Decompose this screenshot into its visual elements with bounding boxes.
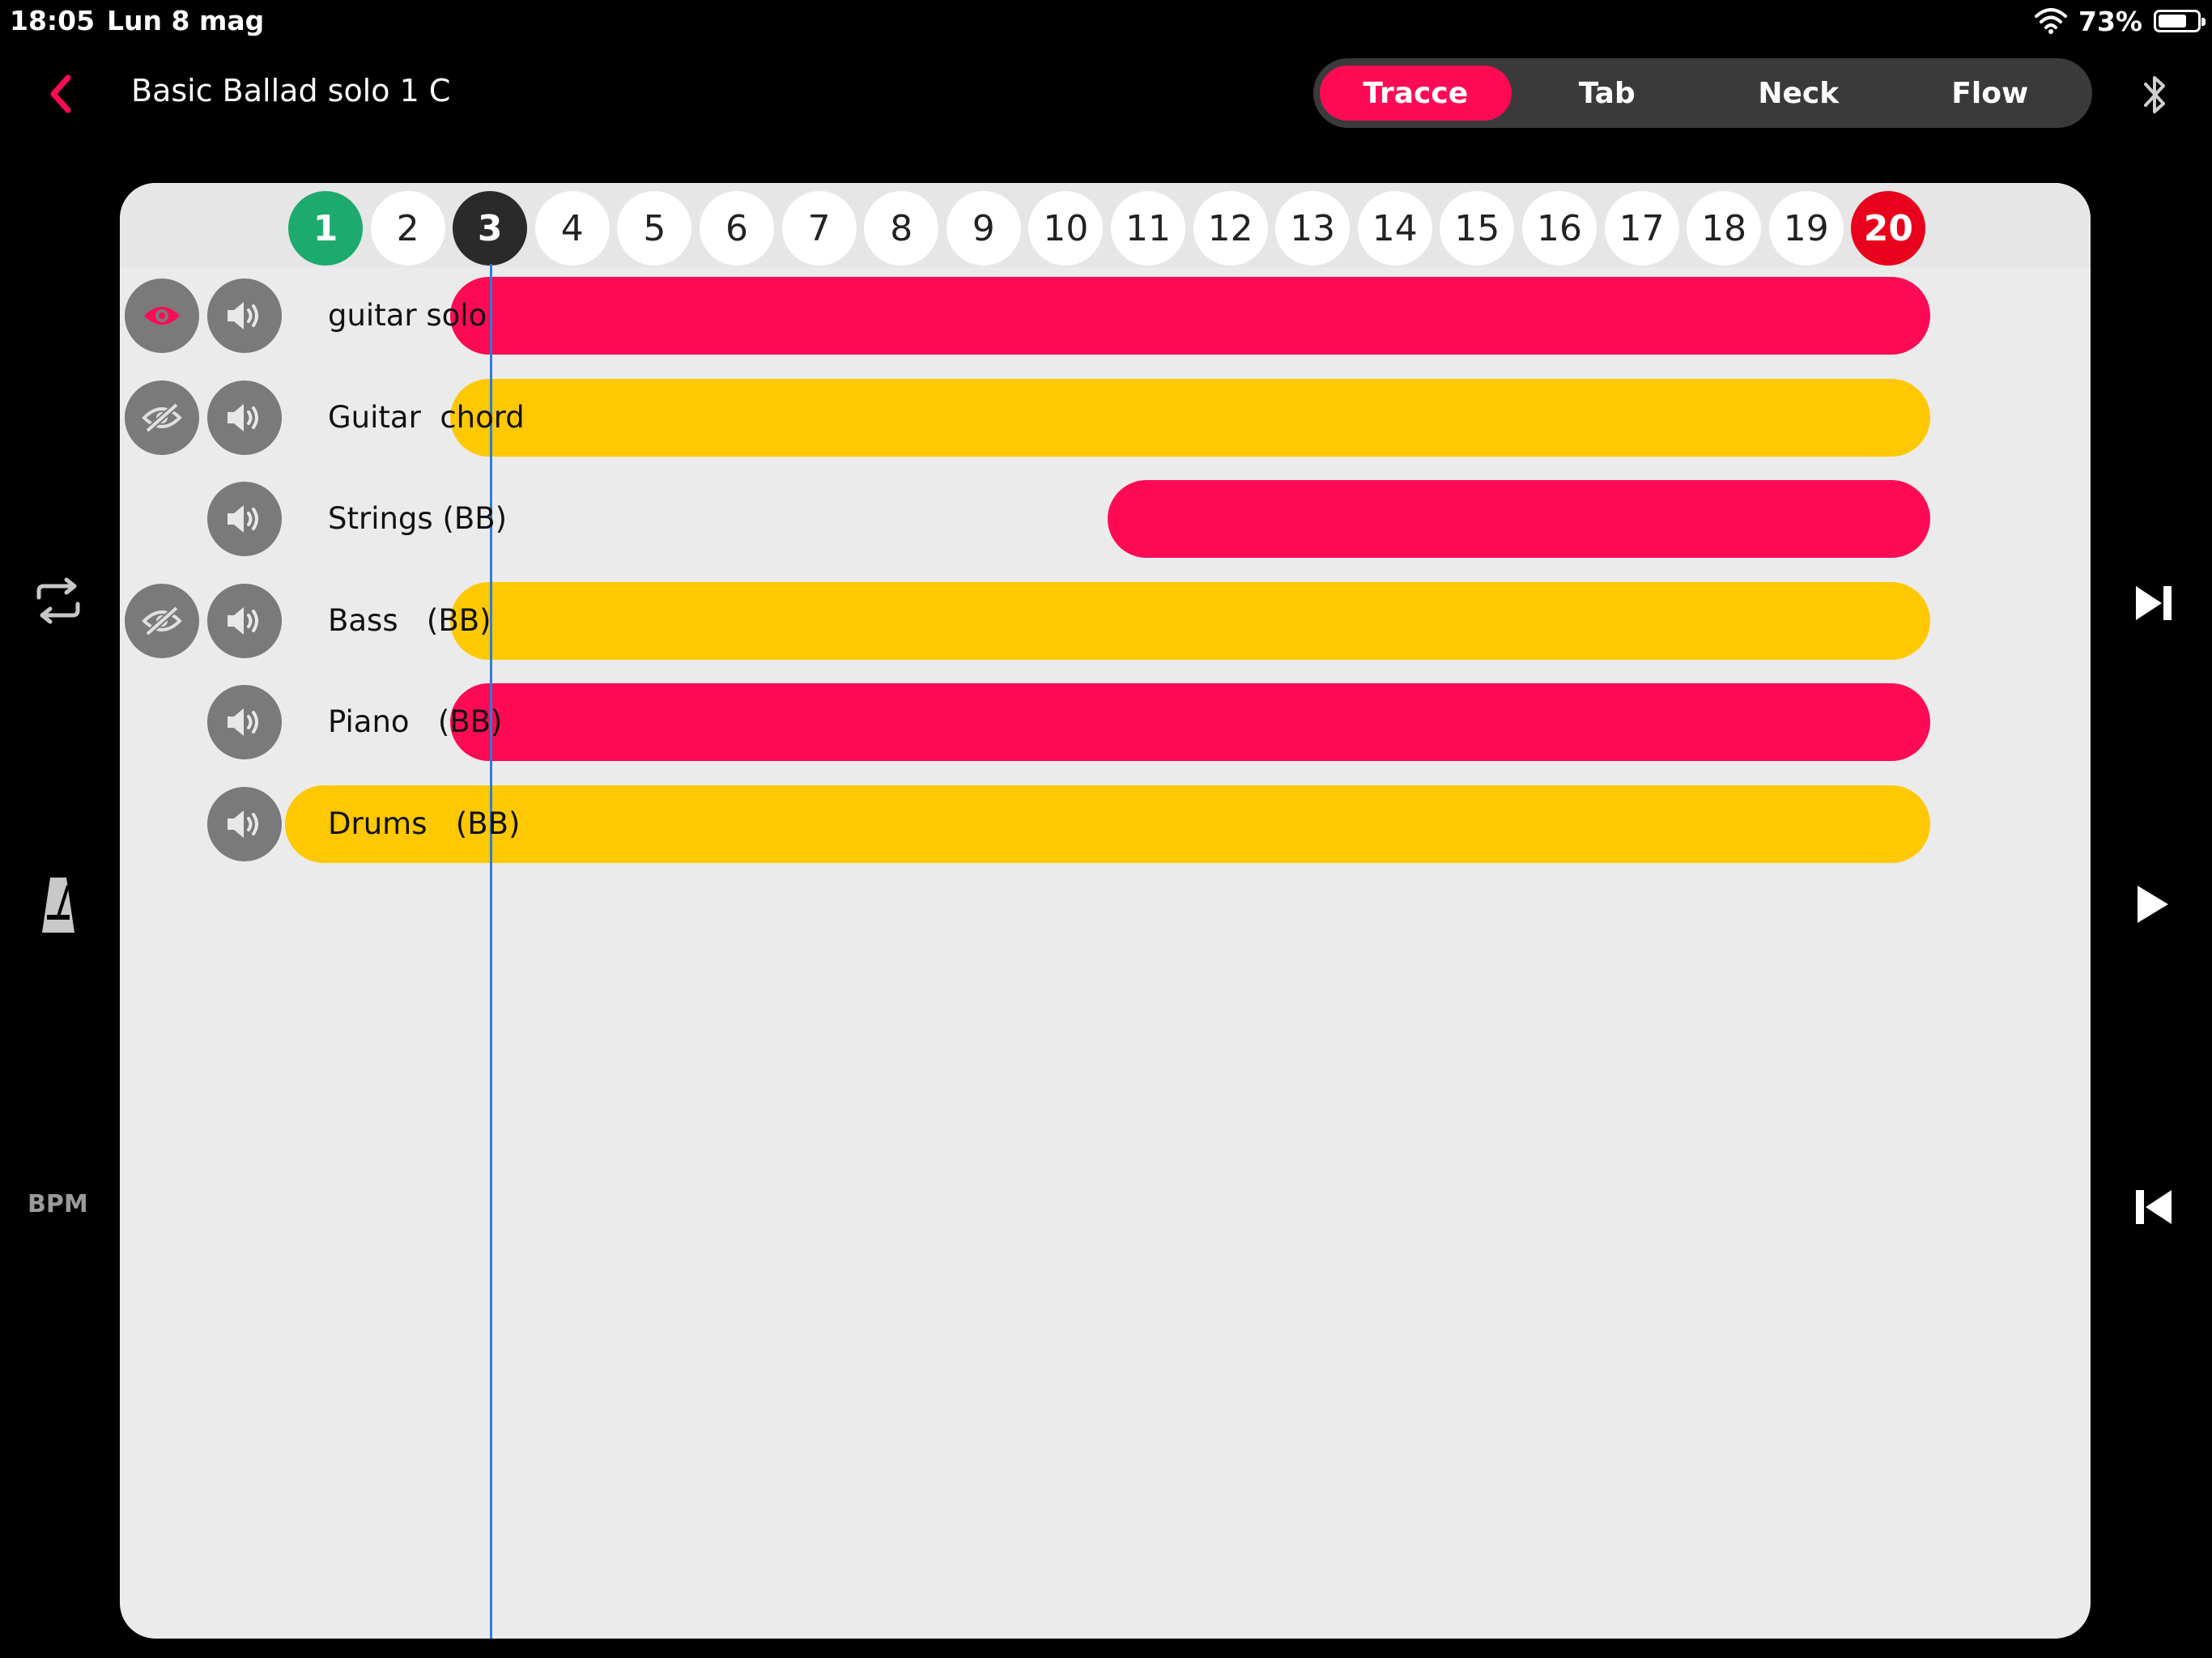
track-label-bass-bb: Bass (BB) <box>328 602 491 638</box>
track-clip-bass-bb[interactable] <box>450 581 1930 660</box>
bar-number-13[interactable]: 13 <box>1275 191 1351 266</box>
bar-ruler: 1 2 3 4 5 6 7 8 9 10 11 12 13 14 15 16 17 18 19 20 <box>120 183 2091 267</box>
bar-number-4[interactable]: 4 <box>534 191 610 266</box>
skip-back-icon[interactable] <box>2133 1187 2175 1227</box>
status-time: 18:05 <box>10 5 96 36</box>
status-indicators: 73% <box>2035 3 2206 39</box>
track-clip-drums-bb[interactable] <box>285 785 1930 863</box>
metronome-icon[interactable] <box>40 874 76 936</box>
song-title: Basic Ballad solo 1 C <box>131 73 451 108</box>
speaker-icon[interactable] <box>207 787 282 861</box>
bar-number-1[interactable]: 1 <box>288 191 363 266</box>
tracks-panel: 1 2 3 4 5 6 7 8 9 10 11 12 13 14 15 16 17 18 19 20 guitar s… <box>120 183 2091 1639</box>
bluetooth-icon[interactable] <box>2136 70 2175 120</box>
bar-number-11[interactable]: 11 <box>1111 191 1185 266</box>
playhead[interactable] <box>490 264 492 1639</box>
status-date: Lun 8 mag <box>107 5 265 36</box>
bar-number-15[interactable]: 15 <box>1440 191 1515 266</box>
track-label-strings-bb: Strings (BB) <box>328 501 508 537</box>
speaker-icon[interactable] <box>207 278 282 353</box>
track-clip-strings-bb[interactable] <box>1108 480 1930 559</box>
bar-number-12[interactable]: 12 <box>1193 191 1268 266</box>
eye-off-icon[interactable] <box>125 380 199 455</box>
back-chevron-icon[interactable] <box>40 70 79 118</box>
wifi-icon <box>2035 8 2067 34</box>
eye-icon[interactable] <box>125 278 199 353</box>
eye-off-icon[interactable] <box>125 583 199 658</box>
speaker-icon[interactable] <box>207 685 282 760</box>
track-label-drums-bb: Drums (BB) <box>328 806 521 841</box>
view-switcher: Tracce Tab Neck Flow <box>1313 58 2092 128</box>
bar-number-7[interactable]: 7 <box>781 191 857 266</box>
speaker-icon[interactable] <box>207 482 282 557</box>
bpm-button[interactable]: BPM <box>28 1190 88 1218</box>
bar-number-17[interactable]: 17 <box>1604 191 1679 266</box>
track-label-piano-bb: Piano (BB) <box>328 704 503 740</box>
bar-number-16[interactable]: 16 <box>1522 191 1597 266</box>
bar-number-18[interactable]: 18 <box>1687 191 1762 266</box>
play-icon[interactable] <box>2134 882 2172 926</box>
track-clip-guitar-chord[interactable] <box>450 378 1930 457</box>
bar-number-14[interactable]: 14 <box>1357 191 1432 266</box>
speaker-icon[interactable] <box>207 583 282 658</box>
bar-number-5[interactable]: 5 <box>617 191 692 266</box>
bar-number-6[interactable]: 6 <box>700 191 774 266</box>
battery-percent: 73% <box>2078 5 2142 37</box>
speaker-icon[interactable] <box>207 380 282 455</box>
bar-number-9[interactable]: 9 <box>946 191 1021 266</box>
battery-icon <box>2154 10 2206 32</box>
bar-number-10[interactable]: 10 <box>1028 191 1104 266</box>
track-label-guitar-chord: Guitar chord <box>328 399 525 435</box>
bar-number-8[interactable]: 8 <box>864 191 939 266</box>
bar-number-2[interactable]: 2 <box>370 191 445 266</box>
tab-neck[interactable]: Neck <box>1703 66 1895 121</box>
loop-icon[interactable] <box>31 576 86 625</box>
bar-number-19[interactable]: 19 <box>1768 191 1844 266</box>
tab-flow[interactable]: Flow <box>1895 66 2087 121</box>
tab-tab[interactable]: Tab <box>1512 66 1704 121</box>
tab-tracce[interactable]: Tracce <box>1320 66 1512 121</box>
track-label-guitar-solo: guitar solo <box>328 298 487 333</box>
bar-number-3[interactable]: 3 <box>453 191 528 266</box>
skip-forward-icon[interactable] <box>2133 583 2175 623</box>
bar-number-20[interactable]: 20 <box>1851 191 1926 266</box>
track-clip-piano-bb[interactable] <box>450 683 1930 762</box>
track-clip-guitar-solo[interactable] <box>450 277 1930 355</box>
